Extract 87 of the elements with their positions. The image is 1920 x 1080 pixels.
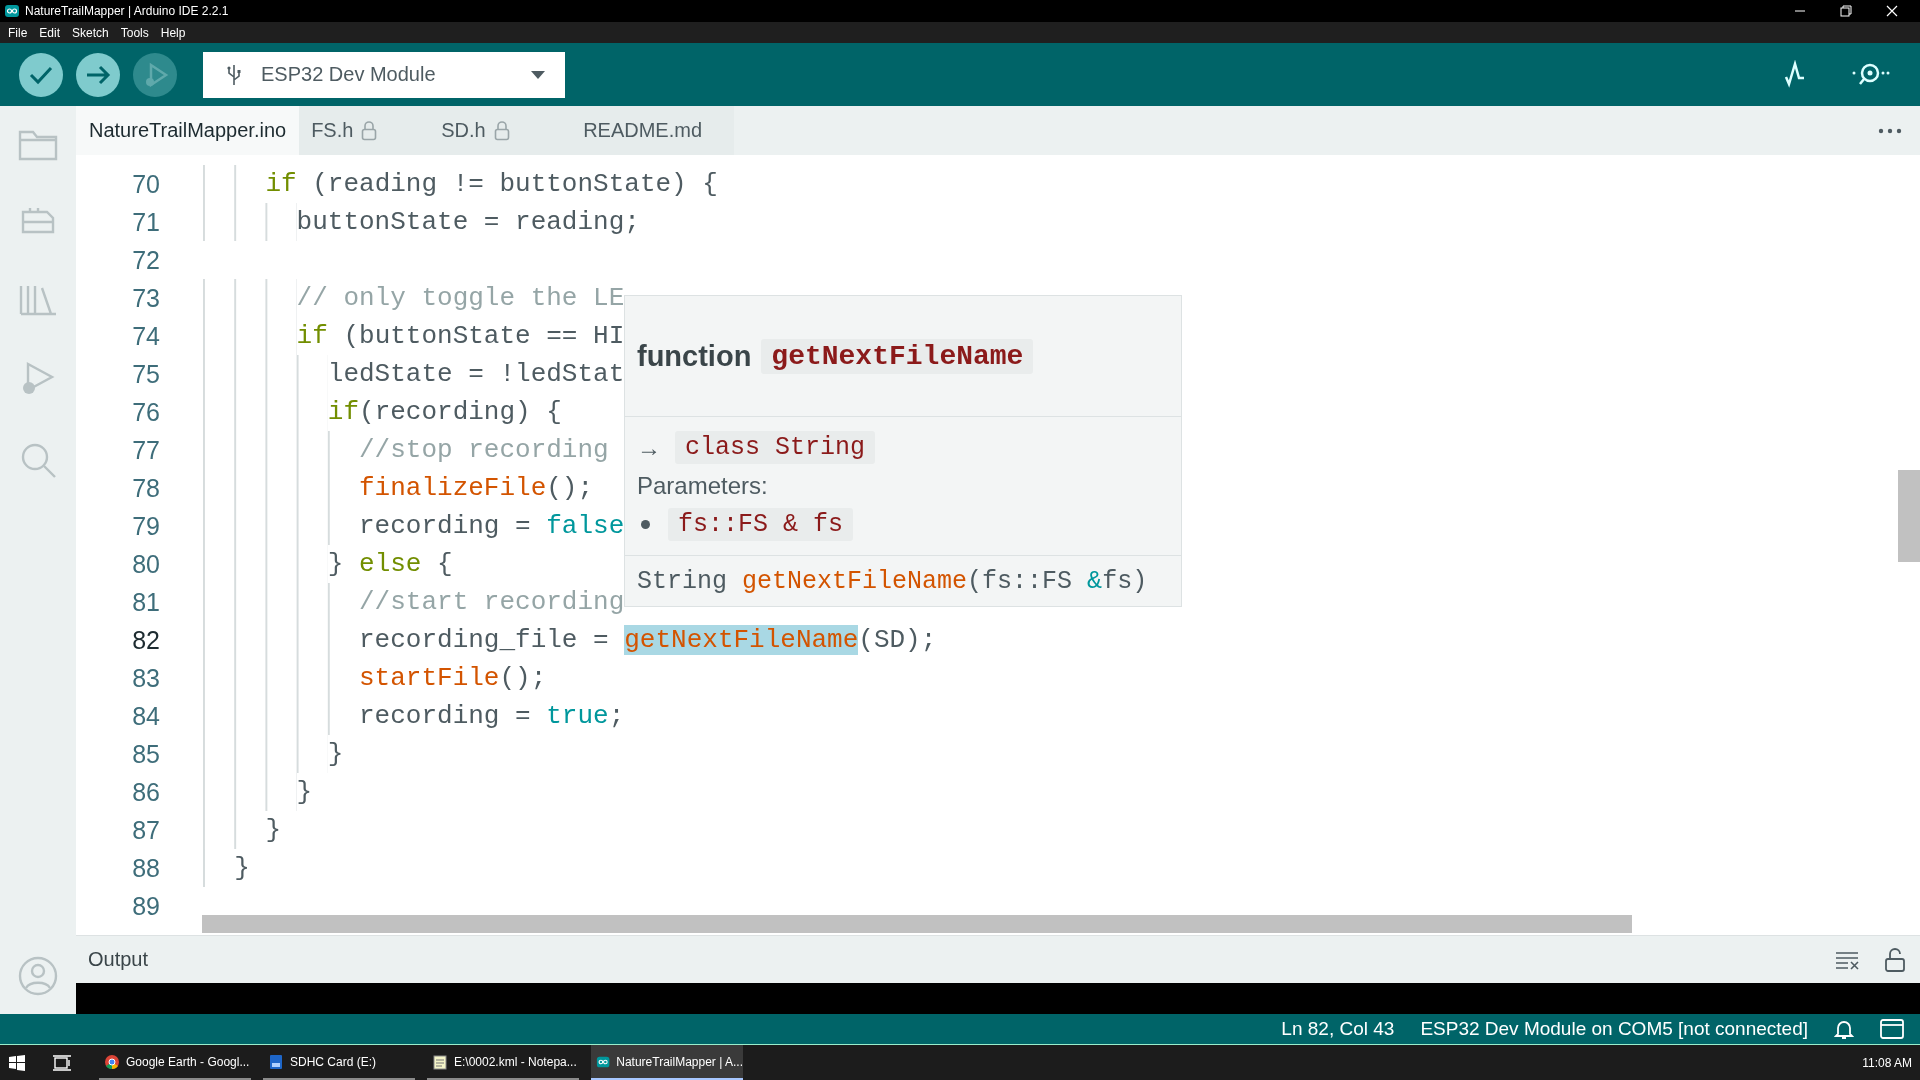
line-number: 85 (131, 739, 160, 769)
menu-item[interactable]: File (8, 25, 28, 40)
code-line: // only toggle the LE (296, 283, 625, 313)
line-number: 72 (131, 245, 160, 275)
line-number: 77 (131, 435, 160, 465)
board-status: ESP32 Dev Module on COM5 [not connected] (1420, 1018, 1808, 1040)
code-line: //start recording (359, 587, 625, 617)
file-tab[interactable]: NatureTrailMapper.ino (76, 106, 300, 155)
taskbar-app[interactable]: E:\0002.kml - Notepa... (427, 1045, 579, 1080)
line-number: 89 (131, 891, 160, 921)
panel-title: Output (88, 948, 149, 971)
cursor-position: Ln 82, Col 43 (1281, 1018, 1395, 1040)
horizontal-scrollbar[interactable] (202, 915, 1632, 933)
clock-text: 11:08 AM (1862, 1055, 1912, 1070)
code-chip: getNextFileName (761, 338, 1034, 374)
code-line: recording = false (359, 511, 625, 541)
verify-button[interactable] (18, 51, 64, 98)
menu-item[interactable]: Sketch (72, 25, 109, 40)
code-line: } (296, 777, 313, 807)
code-chip: fs::FS & fs (668, 508, 854, 541)
line-number: 70 (131, 169, 160, 199)
code-line: startFile(); (359, 663, 547, 693)
tooltip-text: Parameters: (637, 472, 769, 500)
code-line: recording = true; (359, 701, 625, 731)
unlock-icon[interactable] (1884, 946, 1906, 973)
close-icon[interactable] (1886, 5, 1898, 17)
code-line: } else { (327, 549, 453, 579)
clear-output-icon[interactable] (1834, 949, 1860, 970)
windows-start-icon[interactable] (9, 1054, 25, 1071)
tooltip-text: function (637, 339, 752, 373)
line-number: 73 (131, 283, 160, 313)
line-number: 79 (131, 511, 160, 541)
usb-icon (225, 62, 243, 87)
lock-icon (493, 120, 510, 141)
app-icon (104, 1053, 120, 1070)
code-line: } (265, 815, 281, 845)
restore-icon[interactable] (1840, 5, 1852, 17)
file-tab[interactable]: README.md (559, 106, 735, 155)
menu-item[interactable]: Tools (120, 25, 149, 40)
more-icon[interactable] (1878, 127, 1902, 134)
taskbar-app[interactable]: Google Earth - Googl... (99, 1045, 251, 1080)
lock-icon (361, 120, 378, 141)
code-line: if (buttonState == HI (296, 321, 625, 351)
code-line: if(recording) { (327, 397, 562, 427)
task-view-icon[interactable] (53, 1054, 71, 1071)
line-number: 83 (131, 663, 160, 693)
line-number: 75 (131, 359, 160, 389)
line-number: 78 (131, 473, 160, 503)
file-tab[interactable]: FS.h (299, 106, 430, 155)
line-number: 87 (131, 815, 160, 845)
line-number: 80 (131, 549, 160, 579)
file-tab[interactable]: SD.h (429, 106, 560, 155)
window-title: NatureTrailMapper | Arduino IDE 2.2.1 (25, 4, 229, 18)
code-line: //stop recording (359, 435, 609, 465)
bell-icon[interactable] (1834, 1018, 1854, 1040)
app-icon (268, 1053, 284, 1070)
line-number: 76 (131, 397, 160, 427)
bullet-icon (641, 520, 650, 529)
code-chip: class String (675, 431, 876, 464)
line-number: 88 (131, 853, 160, 883)
line-number: 82 (131, 625, 160, 655)
line-number: 74 (131, 321, 160, 351)
vertical-scrollbar[interactable] (1898, 470, 1920, 562)
line-number: 86 (131, 777, 160, 807)
code-line: buttonState = reading; (296, 207, 640, 237)
panel-icon[interactable] (1880, 1019, 1904, 1039)
app-icon (432, 1053, 448, 1070)
board-selector[interactable]: ESP32 Dev Module (203, 51, 565, 98)
line-number: 81 (131, 587, 160, 617)
code-line: ledState = !ledStat (327, 359, 625, 389)
line-number: 71 (131, 207, 160, 237)
taskbar-app[interactable]: SDHC Card (E:) (263, 1045, 415, 1080)
menu-item[interactable]: Help (160, 25, 186, 40)
code-line: finalizeFile(); (359, 473, 594, 503)
code-line: } (327, 739, 344, 769)
signature-text: String getNextFileName(fs::FS &fs) (637, 566, 1148, 596)
code-line: recording_file = getNextFileName(SD); (359, 625, 937, 655)
arrow-text: → (637, 433, 661, 462)
line-number: 84 (131, 701, 160, 731)
taskbar-app[interactable]: NatureTrailMapper | A... (591, 1045, 743, 1080)
debug-button[interactable] (132, 51, 178, 98)
menu-item[interactable]: Edit (39, 25, 61, 40)
upload-button[interactable] (75, 51, 121, 98)
code-line: } (234, 853, 250, 883)
dropdown-caret-icon (531, 70, 545, 79)
app-logo-icon (5, 4, 19, 18)
code-line: if (reading != buttonState) { (265, 169, 718, 199)
